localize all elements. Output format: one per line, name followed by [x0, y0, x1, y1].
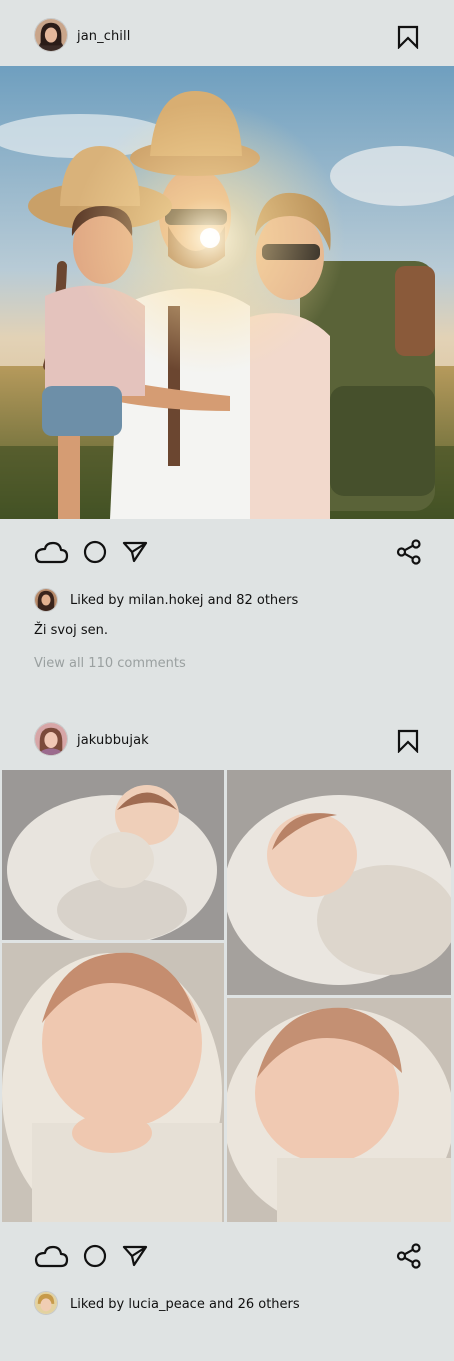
post-photo[interactable]: [2, 770, 224, 940]
send-icon[interactable]: [122, 1243, 148, 1269]
send-icon[interactable]: [122, 539, 148, 565]
liked-by-user[interactable]: milan.hokej: [128, 593, 203, 608]
view-comments-link[interactable]: View all 110 comments: [34, 656, 186, 671]
liked-by-avatar[interactable]: [34, 1291, 58, 1315]
liked-by-prefix: Liked by: [70, 1297, 129, 1312]
bookmark-icon[interactable]: [397, 729, 419, 753]
liked-by-text: Liked by lucia_peace and 26 others: [70, 1297, 300, 1312]
liked-by-prefix: Liked by: [70, 593, 129, 608]
user-avatar[interactable]: [34, 18, 68, 52]
cloud-icon[interactable]: [33, 539, 69, 565]
post-header: jan_chill: [0, 3, 454, 67]
liked-by-avatar[interactable]: [34, 588, 58, 612]
liked-by-suffix[interactable]: and 26 others: [205, 1297, 300, 1312]
bookmark-icon[interactable]: [397, 25, 419, 49]
share-icon[interactable]: [396, 539, 422, 565]
post-photo[interactable]: [2, 943, 224, 1222]
username[interactable]: jan_chill: [77, 29, 130, 44]
post-header: jakubbujak: [0, 707, 454, 771]
post-photo[interactable]: [227, 998, 451, 1222]
post-photo[interactable]: [0, 66, 454, 519]
post-photo[interactable]: [227, 770, 451, 995]
liked-by-user[interactable]: lucia_peace: [128, 1297, 204, 1312]
post-caption: Ži svoj sen.: [34, 623, 108, 638]
share-icon[interactable]: [396, 1243, 422, 1269]
circle-icon[interactable]: [82, 1243, 108, 1269]
liked-by-text: Liked by milan.hokej and 82 others: [70, 593, 298, 608]
liked-by-suffix[interactable]: and 82 others: [203, 593, 299, 608]
circle-icon[interactable]: [82, 539, 108, 565]
username[interactable]: jakubbujak: [77, 733, 149, 748]
cloud-icon[interactable]: [33, 1243, 69, 1269]
user-avatar[interactable]: [34, 722, 68, 756]
